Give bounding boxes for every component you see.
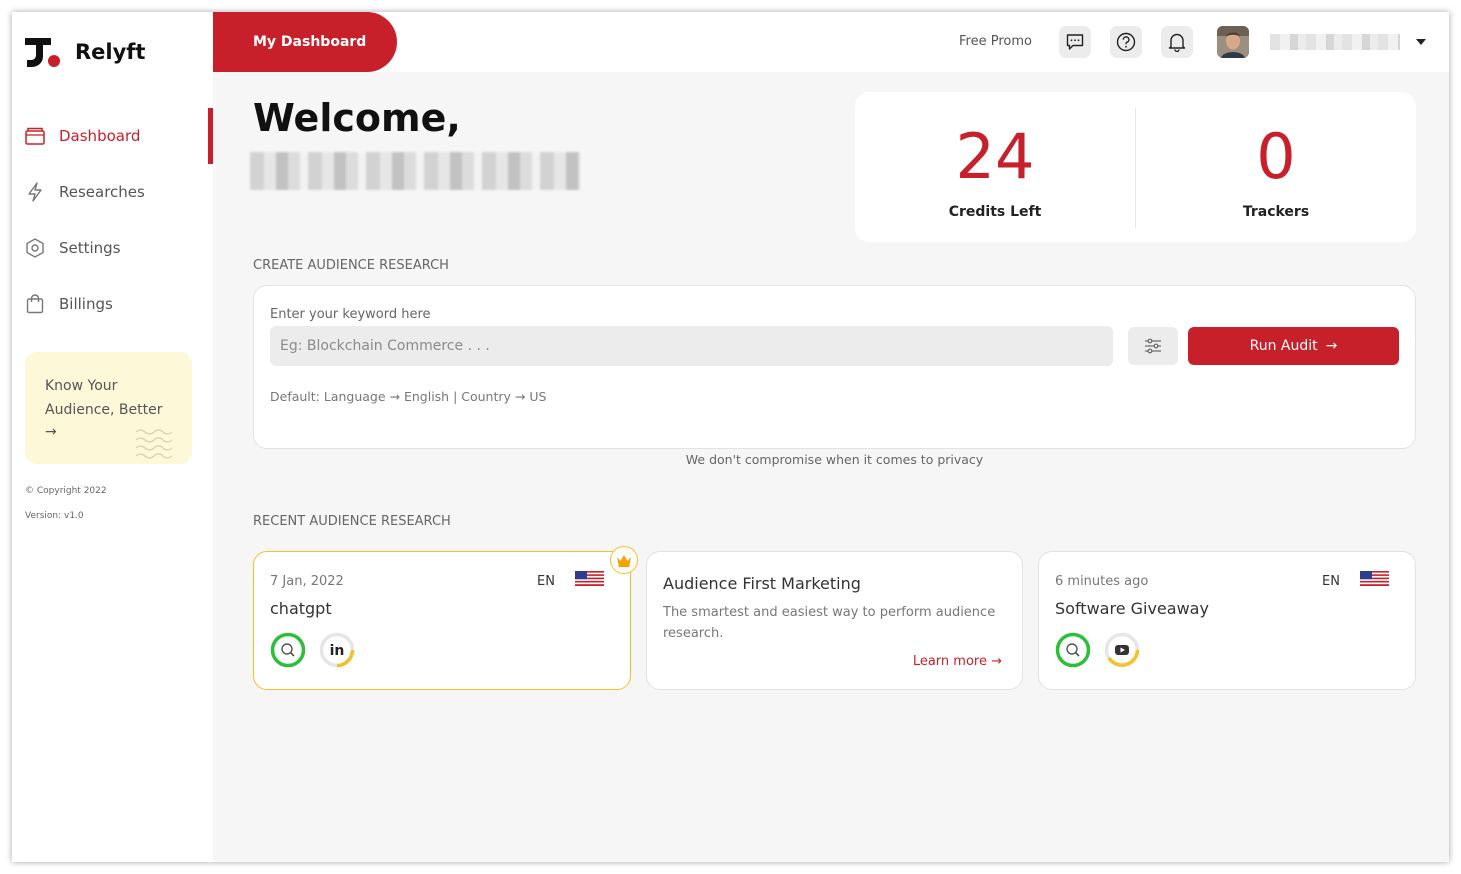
keyword-input[interactable] (270, 326, 1113, 366)
youtube-status-ring-icon[interactable] (1104, 632, 1140, 668)
trackers-stat: 0 Trackers (1136, 92, 1416, 242)
folder-icon (25, 126, 45, 146)
research-language: EN (537, 574, 555, 589)
sidebar-item-researches[interactable]: Researches (12, 164, 213, 220)
shopping-bag-icon (25, 294, 45, 314)
know-your-audience-card[interactable]: Know Your Audience, Better → (25, 352, 192, 464)
sidebar-item-label: Billings (59, 295, 113, 313)
keyword-label: Enter your keyword here (270, 307, 431, 322)
copyright-text: © Copyright 2022 (25, 486, 107, 496)
bell-icon (1168, 33, 1186, 52)
privacy-note: We don't compromise when it comes to pri… (685, 452, 984, 467)
learn-more-link[interactable]: Learn more → (913, 654, 1002, 669)
us-flag-icon (1360, 571, 1389, 586)
research-card-software-giveaway[interactable]: 6 minutes ago EN Software Giveaway (1038, 551, 1416, 690)
help-button[interactable] (1110, 26, 1142, 58)
avatar[interactable] (1217, 26, 1249, 58)
notifications-button[interactable] (1161, 26, 1193, 58)
credits-value: 24 (955, 120, 1035, 193)
app-name: Relyft (75, 40, 146, 64)
free-promo-link[interactable]: Free Promo (959, 34, 1032, 49)
research-title: Software Giveaway (1055, 599, 1209, 618)
recent-section-title: RECENT AUDIENCE RESEARCH (253, 514, 451, 529)
sidebar-nav: Dashboard Researches Settings Billings (12, 108, 213, 332)
info-title: Audience First Marketing (663, 574, 861, 593)
search-status-ring-icon[interactable] (270, 632, 306, 668)
search-status-ring-icon[interactable] (1055, 632, 1091, 668)
default-settings-text: Default: Language → English | Country → … (270, 389, 547, 404)
credits-stat: 24 Credits Left (855, 92, 1135, 242)
info-description: The smartest and easiest way to perform … (663, 605, 996, 641)
sidebar: Relyft Dashboard Researches Settings Bil… (12, 12, 213, 862)
user-fullname-blurred (250, 152, 580, 190)
crown-icon (617, 554, 631, 567)
research-date: 7 Jan, 2022 (270, 574, 344, 589)
chat-icon (1066, 34, 1084, 50)
trackers-label: Trackers (1242, 204, 1310, 220)
run-audit-button[interactable]: Run Audit → (1188, 327, 1399, 365)
create-section-title: CREATE AUDIENCE RESEARCH (253, 258, 449, 273)
audience-first-marketing-card[interactable]: Audience First Marketing The smartest an… (646, 551, 1023, 690)
sidebar-item-label: Dashboard (59, 127, 141, 145)
hexagon-gear-icon (25, 238, 45, 258)
user-photo-icon (1217, 26, 1249, 58)
stats-panel: 24 Credits Left 0 Trackers (855, 92, 1416, 242)
us-flag-icon (575, 571, 604, 586)
topbar: My Dashboard Free Promo (213, 12, 1449, 72)
run-audit-label: Run Audit (1249, 338, 1318, 354)
sidebar-item-settings[interactable]: Settings (12, 220, 213, 276)
chevron-down-icon[interactable] (1416, 39, 1426, 45)
help-icon (1116, 32, 1136, 52)
welcome-heading: Welcome, (253, 96, 461, 140)
filter-settings-button[interactable] (1128, 327, 1178, 365)
trackers-value: 0 (1256, 120, 1296, 193)
chat-button[interactable] (1059, 26, 1091, 58)
promo-text: Know Your Audience, Better (45, 378, 163, 418)
research-card-chatgpt[interactable]: 7 Jan, 2022 EN chatgpt in (253, 546, 638, 690)
research-title: chatgpt (270, 599, 332, 618)
research-language: EN (1322, 574, 1340, 589)
relyft-logo-icon (25, 36, 61, 68)
credits-label: Credits Left (948, 204, 1042, 220)
lightning-icon (25, 182, 45, 202)
research-date: 6 minutes ago (1055, 574, 1149, 589)
svg-text:in: in (330, 643, 345, 659)
user-name-blurred (1270, 34, 1400, 50)
arrow-right-icon: → (1325, 338, 1338, 354)
crown-badge (610, 546, 638, 574)
version-text: Version: v1.0 (25, 511, 84, 521)
sliders-icon (1145, 338, 1161, 354)
waves-decoration-icon (136, 429, 172, 459)
sidebar-item-dashboard[interactable]: Dashboard (12, 108, 213, 164)
sidebar-item-label: Researches (59, 183, 145, 201)
linkedin-status-ring-icon[interactable]: in (319, 632, 355, 668)
create-research-card: Enter your keyword here Run Audit → Defa… (253, 285, 1416, 449)
tab-my-dashboard[interactable]: My Dashboard (213, 12, 397, 72)
sidebar-item-billings[interactable]: Billings (12, 276, 213, 332)
app-window: Relyft Dashboard Researches Settings Bil… (12, 12, 1449, 862)
logo[interactable]: Relyft (25, 36, 145, 68)
sidebar-item-label: Settings (59, 239, 121, 257)
